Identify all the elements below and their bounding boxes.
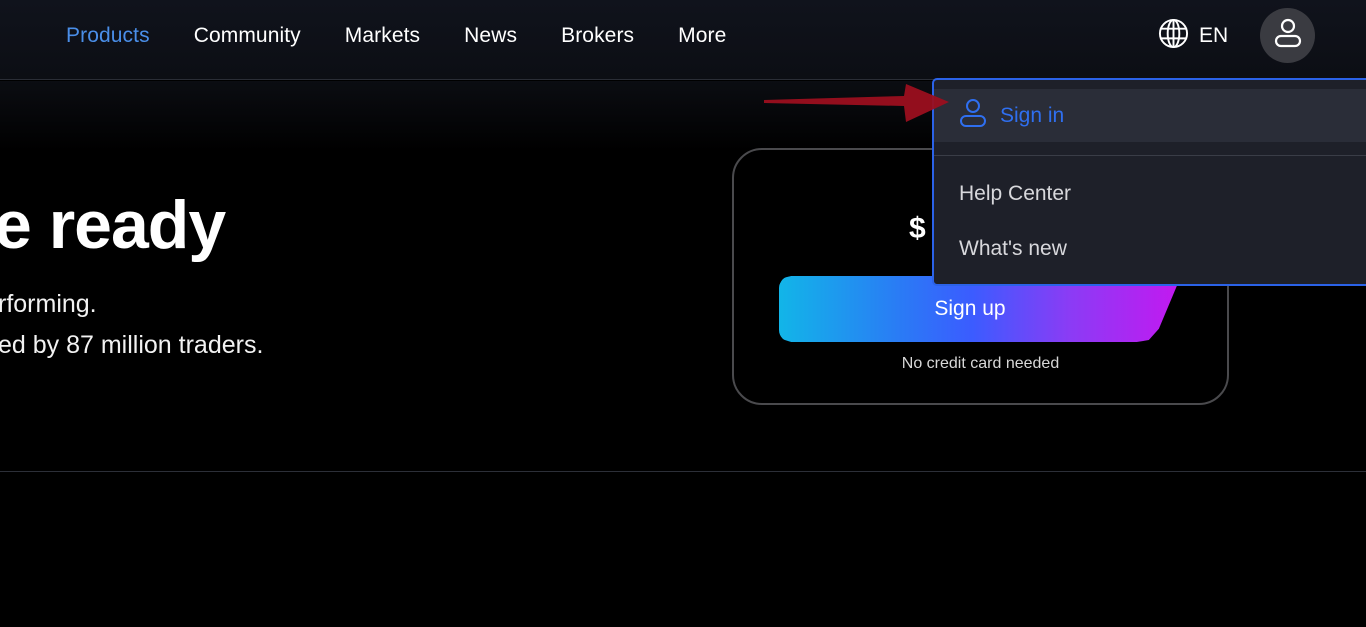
dropdown-signin[interactable]: Sign in — [934, 89, 1366, 142]
language-selector[interactable]: EN — [1158, 18, 1229, 54]
nav-more[interactable]: More — [678, 24, 726, 48]
dropdown-help-center[interactable]: Help Center — [959, 182, 1071, 206]
hero-title: e ready — [0, 187, 226, 263]
hero-subtitle-line2: ed by 87 million traders. — [0, 331, 264, 359]
user-icon — [1274, 18, 1302, 53]
nav-community[interactable]: Community — [194, 24, 301, 48]
section-divider — [0, 471, 1366, 472]
price-text: $ — [909, 212, 926, 245]
nav-markets[interactable]: Markets — [345, 24, 420, 48]
language-label: EN — [1199, 24, 1229, 47]
nav-news[interactable]: News — [464, 24, 517, 48]
user-menu-button[interactable] — [1260, 8, 1315, 63]
dropdown-separator — [934, 155, 1366, 156]
top-header: Products Community Markets News Brokers … — [0, 0, 1366, 80]
nav-brokers[interactable]: Brokers — [561, 24, 634, 48]
dropdown-whats-new[interactable]: What's new — [959, 237, 1067, 261]
nav-products[interactable]: Products — [66, 24, 150, 48]
signup-label: Sign up — [934, 297, 1006, 320]
user-dropdown-menu: Sign in Help Center What's new — [932, 78, 1366, 286]
main-nav: Products Community Markets News Brokers … — [66, 0, 770, 72]
hero-subtitle-line1: rforming. — [0, 290, 97, 318]
user-icon — [934, 98, 987, 133]
signin-label: Sign in — [1000, 103, 1065, 127]
globe-icon — [1158, 18, 1189, 54]
no-credit-card-note: No credit card needed — [901, 355, 1060, 372]
